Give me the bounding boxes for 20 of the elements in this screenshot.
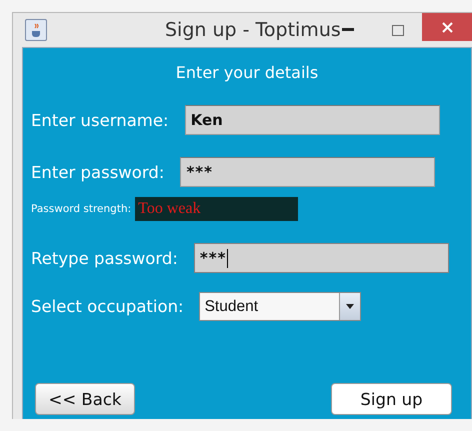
field-label: Retype password:	[31, 248, 178, 268]
dropdown-arrow-icon	[346, 304, 354, 309]
strength-indicator: Too weak	[135, 197, 298, 221]
close-button[interactable]	[422, 13, 472, 41]
maximize-icon	[392, 24, 404, 36]
minimize-icon	[342, 28, 354, 32]
password-field[interactable]: ***	[194, 243, 449, 273]
field-label: Select occupation:	[31, 297, 184, 316]
java-cup-icon	[25, 19, 47, 41]
occupation-dropdown[interactable]: Student	[198, 292, 361, 321]
close-icon	[442, 22, 452, 32]
password-field[interactable]: ***	[180, 157, 436, 187]
window-title: Sign up - Toptimus	[165, 19, 341, 41]
back-button[interactable]: << Back	[35, 383, 135, 415]
text-field[interactable]: Ken	[184, 105, 440, 135]
strength-label: Password strength:	[31, 203, 132, 215]
sign-up-button[interactable]: Sign up	[331, 383, 452, 415]
field-label: Enter password:	[31, 162, 164, 182]
form-heading: Enter your details	[176, 63, 318, 82]
field-label: Enter username:	[31, 110, 169, 130]
